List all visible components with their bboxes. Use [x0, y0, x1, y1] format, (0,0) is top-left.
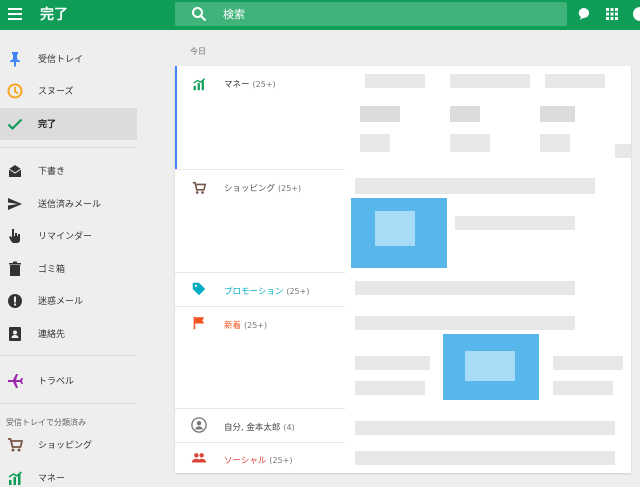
sidebar-item-label: 下書き	[38, 167, 66, 177]
bundle-promotions[interactable]: プロモーション (25+)	[175, 273, 345, 306]
bundle-updates[interactable]: 新着 (25+)	[175, 307, 345, 408]
divider	[0, 403, 137, 404]
sidebar-item-label: スヌーズ	[38, 87, 74, 97]
sidebar-item-shopping[interactable]: ショッピング	[0, 429, 137, 461]
sidebar-item-trash[interactable]: ゴミ箱	[0, 253, 137, 285]
search-input[interactable]	[223, 6, 523, 22]
check-icon	[7, 118, 23, 131]
sidebar-item-spam[interactable]: 迷惑メール	[0, 285, 137, 317]
sidebar-item-money[interactable]: マネー	[0, 462, 137, 487]
cart-icon	[8, 438, 24, 452]
sidebar-item-label: 迷惑メール	[38, 297, 84, 307]
clock-icon	[7, 83, 23, 99]
pin-icon	[10, 52, 20, 67]
apps-grid-icon[interactable]	[604, 6, 620, 22]
chat-bubble-icon[interactable]	[576, 6, 592, 22]
trash-icon	[9, 261, 21, 276]
bar-chart-icon	[193, 78, 206, 91]
alert-icon	[8, 294, 22, 308]
sidebar-item-drafts[interactable]: 下書き	[0, 155, 137, 187]
tag-icon	[192, 282, 206, 296]
sidebar-item-label: ゴミ箱	[38, 265, 66, 275]
page-title: 完了	[40, 7, 68, 23]
app-header: 完了	[0, 0, 640, 30]
message-list: マネー (25+) ショッピング (25+) プロモーション (25+) 新着 (25+…	[175, 66, 631, 473]
people-icon	[191, 453, 207, 463]
sidebar-item-label: 連絡先	[38, 330, 66, 340]
conversation-person[interactable]: 自分, 金本太郎 (4)	[175, 409, 345, 442]
bundle-social[interactable]: ソーシャル (25+)	[175, 443, 345, 473]
search-icon[interactable]	[191, 6, 207, 22]
send-icon	[8, 198, 22, 210]
sidebar-item-label: リマインダー	[38, 232, 93, 242]
bundle-label: マネー (25+)	[224, 80, 276, 90]
account-icon[interactable]	[632, 6, 640, 22]
sidebar-item-reminders[interactable]: リマインダー	[0, 220, 137, 252]
divider	[0, 355, 137, 356]
sidebar-item-done[interactable]: 完了	[0, 108, 137, 140]
contacts-icon	[9, 327, 21, 341]
hand-pointer-icon	[9, 229, 20, 243]
drafts-icon	[8, 165, 22, 177]
divider	[0, 147, 137, 148]
sidebar-item-label: マネー	[38, 474, 66, 484]
sidebar-item-sent[interactable]: 送信済みメール	[0, 188, 137, 220]
bundle-label: ショッピング (25+)	[224, 184, 302, 194]
bundle-label: ソーシャル (25+)	[224, 456, 293, 466]
sidebar-item-travel[interactable]: トラベル	[0, 365, 137, 397]
sidebar-item-label: トラベル	[38, 377, 75, 387]
bar-chart-icon	[8, 471, 22, 485]
search-bar[interactable]	[175, 2, 567, 26]
sidebar-item-label: 送信済みメール	[38, 200, 102, 210]
section-label: 受信トレイで分類済み	[6, 418, 86, 427]
bundle-shopping[interactable]: ショッピング (25+)	[175, 170, 345, 272]
person-icon	[191, 417, 207, 433]
sidebar-item-label: 受信トレイ	[38, 55, 84, 65]
bundle-label: プロモーション (25+)	[224, 287, 310, 297]
bundle-label: 自分, 金本太郎 (4)	[224, 423, 295, 433]
airplane-icon	[8, 374, 23, 388]
bundle-money[interactable]: マネー (25+)	[175, 66, 345, 169]
sidebar-item-label: 完了	[38, 120, 57, 130]
sidebar-item-label: ショッピング	[38, 441, 93, 451]
sidebar-item-snooze[interactable]: スヌーズ	[0, 75, 137, 107]
bundle-label: 新着 (25+)	[224, 321, 268, 331]
cart-icon	[192, 181, 207, 194]
sidebar-item-inbox[interactable]: 受信トレイ	[0, 43, 137, 75]
flag-icon	[193, 316, 205, 330]
sidebar: 受信トレイ スヌーズ 完了 下書き 送信済みメール リマインダー ゴミ箱 迷惑メ…	[0, 30, 160, 487]
date-header: 今日	[190, 47, 206, 56]
sidebar-item-contacts[interactable]: 連絡先	[0, 318, 137, 350]
menu-icon[interactable]	[8, 8, 22, 20]
